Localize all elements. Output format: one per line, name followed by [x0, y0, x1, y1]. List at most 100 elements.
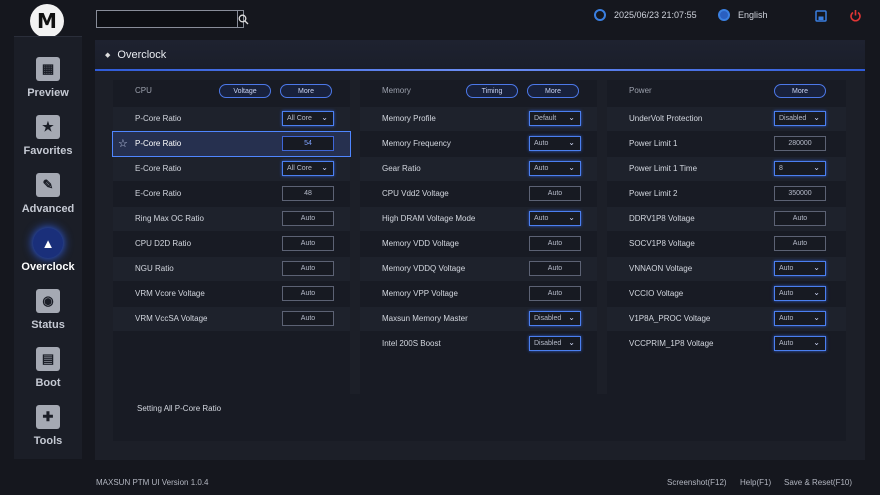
memory-row-high-dram-voltage-mode[interactable]: High DRAM Voltage Mode Auto ⌄ [360, 207, 597, 231]
favorite-star-icon[interactable]: ☆ [118, 137, 128, 150]
cpu-row-ngu-ratio[interactable]: NGU Ratio Auto [113, 257, 350, 281]
datetime-text: 2025/06/23 21:07:55 [614, 10, 697, 20]
cpu-row-p-core-ratio[interactable]: P-Core Ratio All Core ⌄ [113, 107, 350, 131]
setting-dropdown[interactable]: 8 ⌄ [774, 161, 826, 176]
setting-value: Auto [547, 190, 563, 197]
cpu-row-e-core-ratio[interactable]: E-Core Ratio 48 [113, 182, 350, 206]
setting-label: CPU Vdd2 Voltage [382, 189, 449, 198]
memory-row-memory-frequency[interactable]: Memory Frequency Auto ⌄ [360, 132, 597, 156]
memory-row-memory-vddq-voltage[interactable]: Memory VDDQ Voltage Auto [360, 257, 597, 281]
power-row-ddrv1p8-voltage[interactable]: DDRV1P8 Voltage Auto [607, 207, 846, 231]
setting-input[interactable]: 280000 [774, 136, 826, 151]
memory-more-button[interactable]: More [527, 84, 579, 98]
setting-input[interactable]: 54 [282, 136, 334, 151]
setting-input[interactable]: Auto [282, 286, 334, 301]
power-row-power-limit-1-time[interactable]: Power Limit 1 Time 8 ⌄ [607, 157, 846, 181]
setting-dropdown[interactable]: Disabled ⌄ [529, 336, 581, 351]
setting-input[interactable]: Auto [529, 236, 581, 251]
setting-dropdown[interactable]: Auto ⌄ [774, 311, 826, 326]
setting-input[interactable]: Auto [282, 261, 334, 276]
setting-dropdown[interactable]: Auto ⌄ [774, 261, 826, 276]
power-row-vccio-voltage[interactable]: VCCIO Voltage Auto ⌄ [607, 282, 846, 306]
cpu-row-cpu-d2d-ratio[interactable]: CPU D2D Ratio Auto [113, 232, 350, 256]
memory-row-gear-ratio[interactable]: Gear Ratio Auto ⌄ [360, 157, 597, 181]
memory-row-memory-vdd-voltage[interactable]: Memory VDD Voltage Auto [360, 232, 597, 256]
setting-dropdown[interactable]: Auto ⌄ [529, 136, 581, 151]
setting-dropdown[interactable]: All Core ⌄ [282, 111, 334, 126]
setting-input[interactable]: Auto [774, 236, 826, 251]
setting-value: Auto [779, 340, 794, 347]
nav-favorites[interactable]: ★ Favorites [14, 111, 82, 169]
setting-input[interactable]: Auto [282, 211, 334, 226]
power-icon[interactable] [849, 9, 862, 22]
power-row-undervolt-protection[interactable]: UnderVolt Protection Disabled ⌄ [607, 107, 846, 131]
setting-input[interactable]: Auto [529, 261, 581, 276]
power-row-power-limit-2[interactable]: Power Limit 2 350000 [607, 182, 846, 206]
cpu-row-vrm-vccsa-voltage[interactable]: VRM VccSA Voltage Auto [113, 307, 350, 331]
setting-label: Power Limit 1 [629, 139, 678, 148]
memory-row-intel-200s-boost[interactable]: Intel 200S Boost Disabled ⌄ [360, 332, 597, 356]
power-row-socv1p8-voltage[interactable]: SOCV1P8 Voltage Auto [607, 232, 846, 256]
nav-advanced[interactable]: ✎ Advanced [14, 169, 82, 227]
setting-dropdown[interactable]: Disabled ⌄ [529, 311, 581, 326]
memory-row-maxsun-memory-master[interactable]: Maxsun Memory Master Disabled ⌄ [360, 307, 597, 331]
setting-input[interactable]: 350000 [774, 186, 826, 201]
power-row-vccprim-1p8-voltage[interactable]: VCCPRIM_1P8 Voltage Auto ⌄ [607, 332, 846, 356]
gauge-icon: ◉ [36, 289, 60, 313]
setting-label: VNNAON Voltage [629, 264, 693, 273]
nav-boot[interactable]: ▤ Boot [14, 343, 82, 401]
power-row-power-limit-1[interactable]: Power Limit 1 280000 [607, 132, 846, 156]
setting-dropdown[interactable]: Default ⌄ [529, 111, 581, 126]
timing-button[interactable]: Timing [466, 84, 518, 98]
setting-value: Disabled [534, 340, 562, 347]
setting-dropdown[interactable]: Auto ⌄ [774, 336, 826, 351]
setting-input[interactable]: Auto [282, 236, 334, 251]
voltage-button[interactable]: Voltage [219, 84, 271, 98]
setting-label: VCCIO Voltage [629, 289, 684, 298]
search-box[interactable] [96, 10, 249, 28]
screenshot-key[interactable]: Screenshot(F12) [667, 478, 727, 487]
rocket-icon: ▲ [33, 228, 63, 258]
search-button[interactable] [237, 11, 249, 27]
setting-value: All Core [287, 115, 312, 122]
memory-row-cpu-vdd2-voltage[interactable]: CPU Vdd2 Voltage Auto [360, 182, 597, 206]
setting-value: Auto [547, 265, 563, 272]
save-reset-key[interactable]: Save & Reset(F10) [784, 478, 852, 487]
chevron-down-icon: ⌄ [568, 163, 575, 172]
setting-value: Auto [534, 140, 549, 147]
help-key[interactable]: Help(F1) [740, 478, 771, 487]
nav-tools[interactable]: ✚ Tools [14, 401, 82, 459]
language-selector[interactable]: English [718, 9, 768, 21]
memory-row-memory-profile[interactable]: Memory Profile Default ⌄ [360, 107, 597, 131]
cpu-row-e-core-ratio[interactable]: E-Core Ratio All Core ⌄ [113, 157, 350, 181]
setting-value: Auto [547, 240, 563, 247]
setting-label: P-Core Ratio [135, 114, 182, 123]
setting-label: Maxsun Memory Master [382, 314, 468, 323]
search-input[interactable] [97, 11, 237, 27]
nav-overclock[interactable]: ▲ Overclock [14, 227, 82, 285]
setting-input[interactable]: Auto [282, 311, 334, 326]
cpu-row-ring-max-oc-ratio[interactable]: Ring Max OC Ratio Auto [113, 207, 350, 231]
setting-dropdown[interactable]: Disabled ⌄ [774, 111, 826, 126]
memory-row-memory-vpp-voltage[interactable]: Memory VPP Voltage Auto [360, 282, 597, 306]
setting-input[interactable]: Auto [529, 186, 581, 201]
power-more-button[interactable]: More [774, 84, 826, 98]
setting-input[interactable]: Auto [774, 211, 826, 226]
nav-preview[interactable]: ▦ Preview [14, 53, 82, 111]
setting-input[interactable]: Auto [529, 286, 581, 301]
setting-input[interactable]: 48 [282, 186, 334, 201]
cpu-more-button[interactable]: More [280, 84, 332, 98]
cpu-row-p-core-ratio[interactable]: ☆ P-Core Ratio 54 [112, 131, 351, 157]
power-row-vnnaon-voltage[interactable]: VNNAON Voltage Auto ⌄ [607, 257, 846, 281]
setting-value: 54 [304, 140, 312, 147]
setting-label: Ring Max OC Ratio [135, 214, 204, 223]
power-row-v1p8a-proc-voltage[interactable]: V1P8A_PROC Voltage Auto ⌄ [607, 307, 846, 331]
setting-dropdown[interactable]: Auto ⌄ [774, 286, 826, 301]
setting-dropdown[interactable]: All Core ⌄ [282, 161, 334, 176]
setting-value: 8 [779, 165, 783, 172]
nav-status[interactable]: ◉ Status [14, 285, 82, 343]
setting-dropdown[interactable]: Auto ⌄ [529, 161, 581, 176]
cpu-row-vrm-vcore-voltage[interactable]: VRM Vcore Voltage Auto [113, 282, 350, 306]
setting-dropdown[interactable]: Auto ⌄ [529, 211, 581, 226]
save-icon[interactable] [815, 10, 827, 22]
